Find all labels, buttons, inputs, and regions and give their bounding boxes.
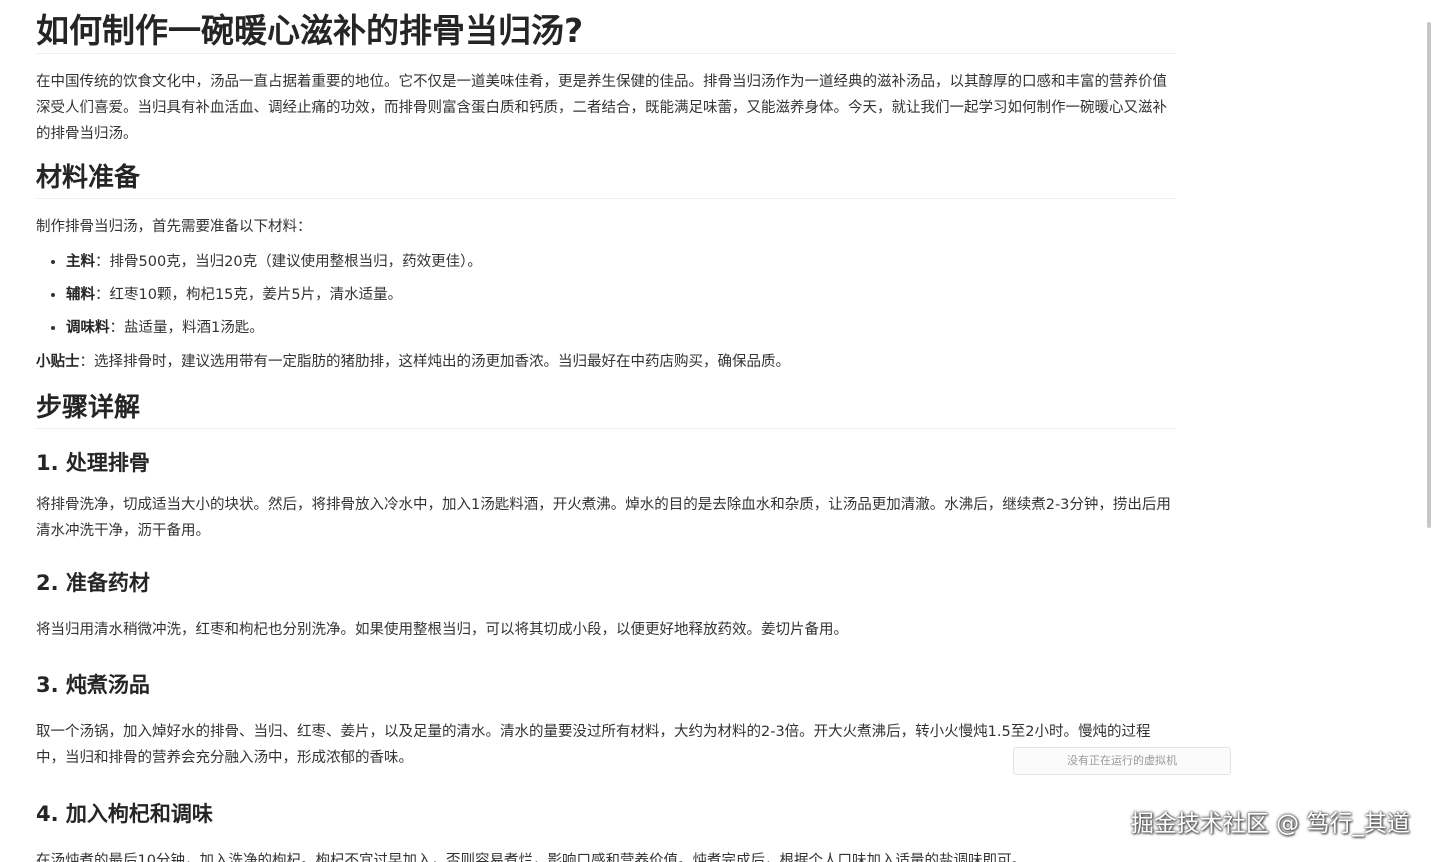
list-item: 调味料：盐适量，料酒1汤匙。 (66, 312, 1176, 345)
material-text: ：排骨500克，当归20克（建议使用整根当归，药效更佳）。 (95, 254, 482, 270)
watermark: 掘金技术社区 @ 笃行_其道 (1130, 811, 1410, 837)
materials-list: 主料：排骨500克，当归20克（建议使用整根当归，药效更佳）。 辅料：红枣10颗… (36, 246, 1176, 345)
step-title: 3. 炖煮汤品 (36, 673, 150, 697)
page: 如何制作一碗暖心滋补的排骨当归汤? 在中国传统的饮食文化中，汤品一直占据着重要的… (0, 0, 1432, 862)
vm-status-badge: 没有正在运行的虚拟机 (1013, 747, 1231, 775)
step-text: 取一个汤锅，加入焯好水的排骨、当归、红枣、姜片，以及足量的清水。清水的量要没过所… (36, 724, 1151, 766)
article-title: 如何制作一碗暖心滋补的排骨当归汤? (36, 0, 1176, 54)
list-item: 辅料：红枣10颗，枸杞15克，姜片5片，清水适量。 (66, 279, 1176, 312)
tip-paragraph: 小贴士：选择排骨时，建议选用带有一定脂肪的猪肋排，这样炖出的汤更加香浓。当归最好… (36, 349, 1176, 375)
material-label: 主料 (66, 254, 95, 270)
material-label: 辅料 (66, 287, 95, 303)
material-text: ：盐适量，料酒1汤匙。 (109, 320, 264, 336)
tip-text: ：选择排骨时，建议选用带有一定脂肪的猪肋排，这样炖出的汤更加香浓。当归最好在中药… (79, 354, 791, 370)
tip-label: 小贴士 (36, 354, 80, 370)
step-title: 4. 加入枸杞和调味 (36, 802, 213, 826)
materials-heading: 材料准备 (36, 158, 1176, 199)
step-title: 1. 处理排骨 (36, 451, 150, 475)
step-text: 将排骨洗净，切成适当大小的块状。然后，将排骨放入冷水中，加入1汤匙料酒，开火煮沸… (36, 497, 1171, 539)
material-label: 调味料 (66, 320, 110, 336)
article: 如何制作一碗暖心滋补的排骨当归汤? 在中国传统的饮食文化中，汤品一直占据着重要的… (36, 0, 1176, 862)
step-text: 在汤炖煮的最后10分钟，加入洗净的枸杞。枸杞不宜过早加入，否则容易煮烂，影响口感… (36, 853, 1026, 862)
material-text: ：红枣10颗，枸杞15克，姜片5片，清水适量。 (95, 287, 403, 303)
intro-paragraph: 在中国传统的饮食文化中，汤品一直占据着重要的地位。它不仅是一道美味佳肴，更是养生… (36, 74, 1167, 142)
list-item: 主料：排骨500克，当归20克（建议使用整根当归，药效更佳）。 (66, 246, 1176, 279)
step-text: 将当归用清水稍微冲洗，红枣和枸杞也分别洗净。如果使用整根当归，可以将其切成小段，… (36, 622, 848, 638)
materials-lead: 制作排骨当归汤，首先需要准备以下材料： (36, 219, 312, 235)
step-title: 2. 准备药材 (36, 571, 150, 595)
steps-heading: 步骤详解 (36, 388, 1176, 429)
scrollbar[interactable] (1427, 22, 1431, 528)
